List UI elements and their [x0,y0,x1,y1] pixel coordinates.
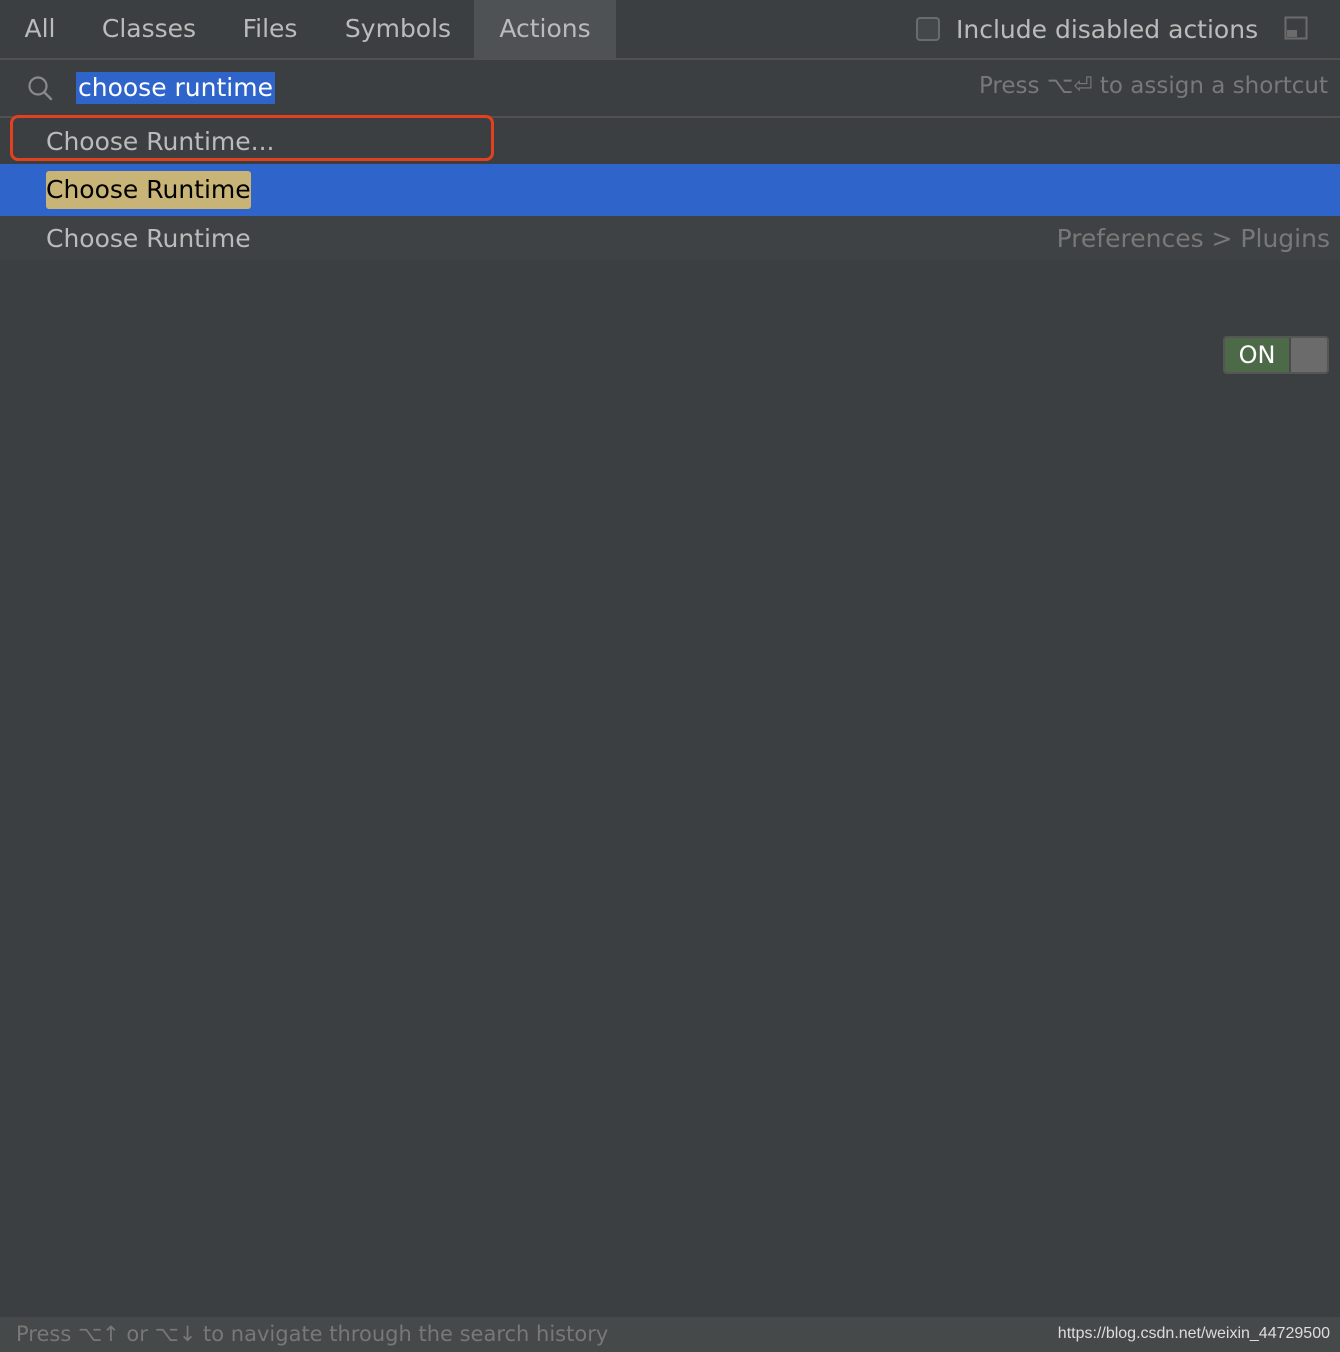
search-field-row: choose runtime Press ⌥⏎ to assign a shor… [0,60,1340,118]
result-location: Preferences > Plugins [1056,224,1330,253]
tab-files[interactable]: Files [218,0,322,58]
annotation-highlight-box [10,115,494,161]
search-everywhere-tabs: All Classes Files Symbols Actions Includ… [0,0,1340,60]
shortcut-hint: Press ⌥⏎ to assign a shortcut [978,73,1328,99]
tab-all[interactable]: All [0,0,80,58]
history-hint: Press ⌥↑ or ⌥↓ to navigate through the s… [16,1322,609,1346]
on-off-toggle[interactable]: ON [1223,336,1329,374]
search-input[interactable]: choose runtime [76,72,275,104]
toggle-state: ON [1225,338,1289,372]
checkbox-icon[interactable] [916,17,940,41]
status-bar: Press ⌥↑ or ⌥↓ to navigate through the s… [0,1317,1340,1352]
tab-classes[interactable]: Classes [80,0,218,58]
tab-symbols[interactable]: Symbols [322,0,474,58]
search-icon [28,76,53,101]
result-item[interactable]: Choose Runtime Preferences > Plugins [0,216,1340,260]
result-label: Choose Runtime [46,224,251,253]
result-label: Choose Runtime [46,171,251,209]
include-disabled-actions-label: Include disabled actions [956,14,1259,44]
result-item-selected[interactable]: Choose Runtime ON [0,164,1340,374]
pin-window-icon[interactable] [1284,16,1308,40]
watermark: https://blog.csdn.net/weixin_44729500 [1057,1325,1330,1342]
tab-actions[interactable]: Actions [474,0,616,58]
toggle-knob [1291,338,1327,372]
include-disabled-actions-option[interactable]: Include disabled actions [916,13,1258,45]
